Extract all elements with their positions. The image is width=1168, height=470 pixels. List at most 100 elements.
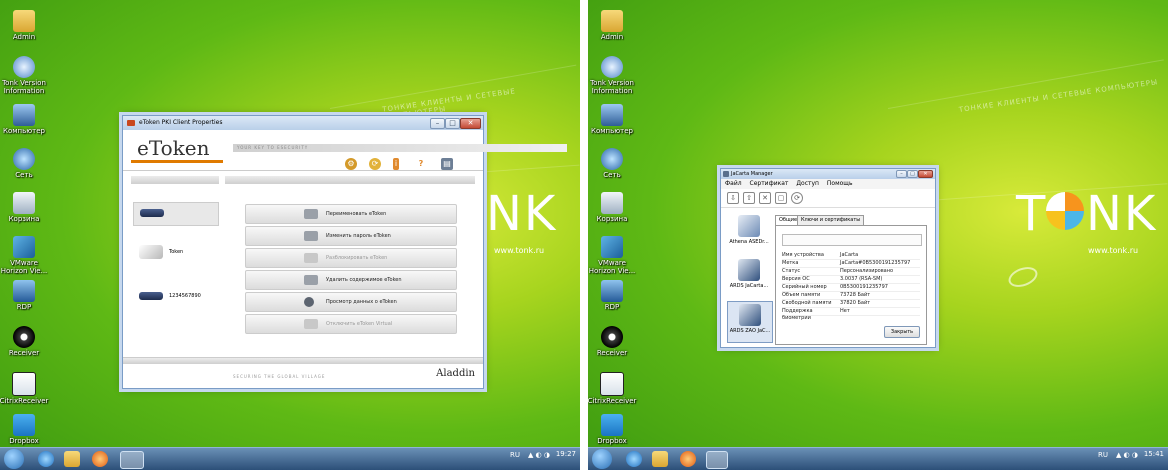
delete-content-button[interactable]: Удалить содержимое eToken [245, 270, 457, 290]
desktop-icon-vmware[interactable]: VMware Horizon Vie... [0, 236, 50, 275]
etoken-taskbar-button[interactable] [120, 451, 144, 469]
media-player-icon[interactable] [680, 451, 696, 467]
unlock-token-button[interactable]: Разблокировать eToken [245, 248, 457, 268]
change-password-button[interactable]: Изменить пароль eToken [245, 226, 457, 246]
desktop-icon-network[interactable]: Сеть [588, 148, 638, 179]
desktop-icon-recycle-bin[interactable]: Корзина [588, 192, 638, 223]
desktop-icon-receiver[interactable]: Receiver [0, 326, 50, 357]
desktop-icon-tonk-version[interactable]: Tonk Version Information [0, 56, 50, 95]
smartcard-reader-icon [738, 215, 760, 237]
table-row: Метка JaCarta#0B5300191235797 [782, 260, 920, 268]
device-label: ARDS JaCarta... [729, 283, 769, 289]
view-token-info-button[interactable]: Просмотр данных о eToken [245, 292, 457, 312]
desktop-icon-label: Admin [600, 33, 624, 41]
receiver-icon [601, 326, 623, 348]
disconnect-icon [304, 319, 318, 329]
desktop-icon-label: Dropbox [597, 437, 627, 445]
desktop-icon-rdp[interactable]: RDP [0, 280, 50, 311]
delete-icon[interactable]: ✕ [759, 192, 771, 204]
close-dialog-button[interactable]: Закрыть [884, 326, 920, 338]
property-value: JaCarta [840, 252, 859, 258]
clock[interactable]: 15:41 [1144, 450, 1164, 458]
explorer-icon[interactable] [652, 451, 668, 467]
etoken-logo: eToken [137, 136, 210, 160]
wallpaper-url: www.tonk.ru [494, 246, 545, 255]
maximize-button[interactable]: □ [445, 118, 460, 129]
wallpaper-url: www.tonk.ru [1088, 246, 1139, 255]
language-indicator[interactable]: RU [1098, 451, 1108, 459]
start-button[interactable] [4, 449, 24, 469]
close-button[interactable]: ✕ [918, 170, 933, 178]
clock[interactable]: 19:27 [556, 450, 576, 458]
desktop-icon-citrix[interactable]: CitrixReceiver [0, 372, 50, 405]
info-icon[interactable]: i [393, 158, 399, 170]
refresh-icon[interactable]: ⟳ [791, 192, 803, 204]
desktop-icon-tonk-version[interactable]: Tonk Version Information [588, 56, 638, 95]
jacarta-taskbar-button[interactable] [706, 451, 728, 469]
screens-divider [580, 0, 588, 470]
tonk-logo-icon [1046, 192, 1084, 230]
desktop-icon-label: RDP [604, 303, 620, 311]
property-value: 3.0037 (RSA-SM) [840, 276, 883, 282]
menu-help[interactable]: Помощь [827, 180, 853, 187]
export-icon[interactable]: ⇧ [743, 192, 755, 204]
desktop-icon-dropbox[interactable]: Dropbox [0, 414, 50, 445]
token-item[interactable]: 1234567890 [133, 286, 217, 308]
tray-icons[interactable]: ▲ ◐ ◑ [1116, 451, 1138, 459]
etoken-titlebar[interactable]: eToken PKI Client Properties – □ ✕ [123, 116, 483, 130]
certificate-icon[interactable]: ▢ [775, 192, 787, 204]
start-button[interactable] [592, 449, 612, 469]
browser-icon[interactable] [38, 451, 54, 467]
desktop-icon-admin[interactable]: Admin [588, 10, 638, 41]
help-icon[interactable]: ? [415, 158, 427, 170]
action-label: Удалить содержимое eToken [326, 277, 402, 283]
close-button[interactable]: ✕ [460, 118, 481, 129]
device-item[interactable]: Athena ASEDr... [727, 213, 771, 253]
usb-token-icon [140, 209, 164, 217]
maximize-button[interactable]: □ [907, 170, 918, 178]
menu-file[interactable]: Файл [725, 180, 742, 187]
desktop-icon-citrix[interactable]: CitrixReceiver [588, 372, 638, 405]
token-item[interactable]: Token [133, 242, 217, 264]
media-player-icon[interactable] [92, 451, 108, 467]
tab-keys-certificates[interactable]: Ключи и сертификаты [797, 215, 865, 225]
action-label: Переименовать eToken [326, 211, 387, 217]
token-list: Token 1234567890 [131, 176, 219, 356]
device-item[interactable]: ARDS JaCarta... [727, 257, 771, 297]
language-indicator[interactable]: RU [510, 451, 520, 459]
settings-icon[interactable]: ▤ [441, 158, 453, 170]
desktop-icon-receiver[interactable]: Receiver [588, 326, 638, 357]
explorer-icon[interactable] [64, 451, 80, 467]
desktop-icon-label: Tonk Version Information [2, 79, 46, 95]
etoken-logo-underline [131, 160, 223, 163]
desktop-icon-vmware[interactable]: VMware Horizon Vie... [588, 236, 638, 275]
desktop-icon-admin[interactable]: Admin [0, 10, 50, 41]
key-icon [304, 231, 318, 241]
minimize-button[interactable]: – [430, 118, 445, 129]
minimize-button[interactable]: – [896, 170, 907, 178]
etoken-window-title: eToken PKI Client Properties [139, 119, 223, 126]
info-icon [13, 56, 35, 78]
wallpaper-slogan: ТОНКИЕ КЛИЕНТЫ И СЕТЕВЫЕ КОМПЬЮТЕРЫ [958, 78, 1159, 114]
disconnect-virtual-button[interactable]: Отключить eToken Virtual [245, 314, 457, 334]
rename-token-button[interactable]: Переименовать eToken [245, 204, 457, 224]
desktop-icon-dropbox[interactable]: Dropbox [588, 414, 638, 445]
jacarta-titlebar[interactable]: JaCarta Manager – □ ✕ [721, 169, 935, 179]
reload-icon[interactable]: ⟳ [369, 158, 381, 170]
menu-certificate[interactable]: Сертификат [750, 180, 789, 187]
browser-icon[interactable] [626, 451, 642, 467]
import-icon[interactable]: ⇩ [727, 192, 739, 204]
token-item[interactable] [133, 202, 219, 226]
desktop-icon-computer[interactable]: Компьютер [588, 104, 638, 135]
advanced-view-icon[interactable]: ⚙ [345, 158, 357, 170]
desktop-icon-network[interactable]: Сеть [0, 148, 50, 179]
desktop-icon-label: RDP [16, 303, 32, 311]
menu-access[interactable]: Доступ [796, 180, 819, 187]
tray-icons[interactable]: ▲ ◐ ◑ [528, 451, 550, 459]
device-item-selected[interactable]: ARDS ZAO JaC... [727, 301, 773, 343]
desktop-icon-recycle-bin[interactable]: Корзина [0, 192, 50, 223]
desktop-icon-rdp[interactable]: RDP [588, 280, 638, 311]
device-label: Athena ASEDr... [729, 239, 769, 245]
jacarta-window: JaCarta Manager – □ ✕ Файл Сертификат До… [720, 168, 936, 348]
desktop-icon-computer[interactable]: Компьютер [0, 104, 50, 135]
